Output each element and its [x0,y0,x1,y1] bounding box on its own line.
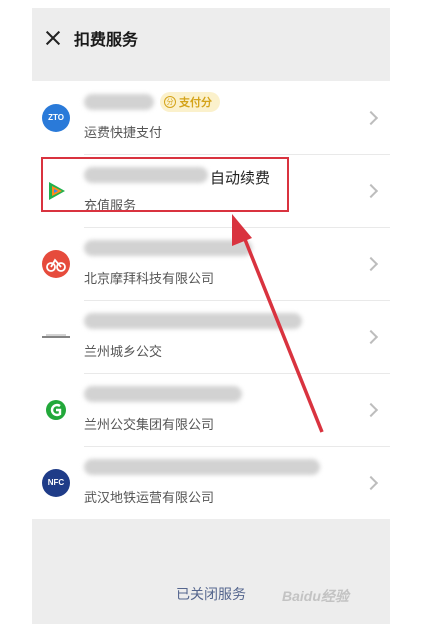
chevron-right-icon [363,256,379,271]
service-subtitle: 运费快捷支付 [84,125,163,140]
payment-score-badge: 分 支付分 [160,92,220,112]
close-icon[interactable] [44,29,62,47]
header: 扣费服务 [32,8,390,68]
chevron-right-icon [363,475,379,490]
tencent-video-logo-icon [42,176,70,205]
service-row-lanzhou-bus-group[interactable]: 兰州公交集团有限公司 [32,373,390,446]
watermark: Baidu经验 [282,588,349,604]
service-row-video-auto-renew[interactable]: 自动续费 充值服务 [32,154,390,227]
blurred-title [84,386,242,402]
wuhan-metro-logo-icon: NFC [42,468,70,497]
blurred-title [84,240,252,256]
blurred-title [84,167,208,183]
service-list: ZTO 分 支付分 运费快捷支付 自动续费 充值服务 北京摩拜科技有限公司 兰州… [32,81,390,519]
chevron-right-icon [363,329,379,344]
service-subtitle: 充值服务 [84,198,137,213]
service-subtitle: 武汉地铁运营有限公司 [84,490,215,505]
chevron-right-icon [363,183,379,198]
chevron-right-icon [363,402,379,417]
lanzhou-urban-bus-logo-icon [42,322,70,351]
service-subtitle: 北京摩拜科技有限公司 [84,271,215,286]
page-title: 扣费服务 [74,32,139,49]
service-row-lanzhou-urban-bus[interactable]: 兰州城乡公交 [32,300,390,373]
phone-screen: 扣费服务 ZTO 分 支付分 运费快捷支付 自动续费 充值服务 北京摩拜科技有限… [32,8,390,624]
blurred-title [84,459,320,475]
service-subtitle: 兰州城乡公交 [84,344,163,359]
chevron-right-icon [363,110,379,125]
blurred-title [84,94,154,110]
service-row-wuhan-metro[interactable]: NFC 武汉地铁运营有限公司 [32,446,390,519]
service-title: 自动续费 [210,170,271,187]
zto-express-logo-icon: ZTO [42,103,70,132]
payment-score-icon: 分 [164,96,176,108]
lanzhou-bus-group-logo-icon [42,395,70,424]
service-subtitle: 兰州公交集团有限公司 [84,417,215,432]
blurred-title [84,313,302,329]
service-row-zto[interactable]: ZTO 分 支付分 运费快捷支付 [32,81,390,154]
mobike-logo-icon [42,249,70,278]
service-row-mobike[interactable]: 北京摩拜科技有限公司 [32,227,390,300]
